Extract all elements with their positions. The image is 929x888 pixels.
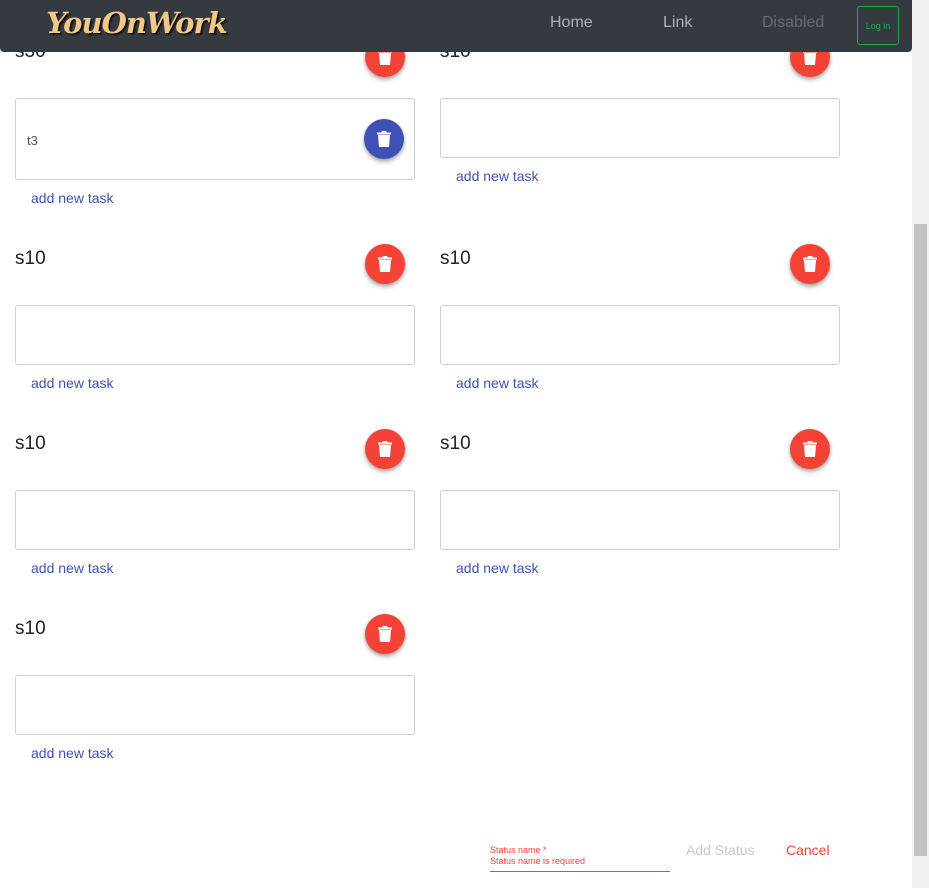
trash-icon xyxy=(803,255,817,272)
status-title: s10 xyxy=(440,433,471,454)
trash-icon xyxy=(378,255,392,272)
trash-icon xyxy=(803,440,817,457)
task-list-box xyxy=(15,675,415,735)
status-card: s10 add new task xyxy=(440,429,840,583)
status-card: s10 add new task xyxy=(15,614,415,768)
delete-status-button[interactable] xyxy=(365,244,405,284)
trash-icon xyxy=(378,440,392,457)
status-title: s10 xyxy=(15,248,46,269)
status-title: s10 xyxy=(440,248,471,269)
task-list-box xyxy=(440,305,840,365)
delete-status-button[interactable] xyxy=(365,614,405,654)
task-list-box xyxy=(15,490,415,550)
add-status-button[interactable]: Add Status xyxy=(686,842,755,858)
status-title: s10 xyxy=(15,618,46,639)
status-card: s10 add new task xyxy=(440,244,840,398)
nav-link-link[interactable]: Link xyxy=(663,14,692,32)
trash-icon xyxy=(378,625,392,642)
navbar: YouOnWork Home Link Disabled Log in xyxy=(0,0,912,52)
status-card: s10 add new task xyxy=(15,244,415,398)
task-list-box: t3 xyxy=(15,98,415,180)
status-card: s30 t3 add new task xyxy=(15,37,415,211)
status-card: s10 add new task xyxy=(440,37,840,191)
status-name-error: Status name is required xyxy=(490,856,586,866)
delete-status-button[interactable] xyxy=(790,244,830,284)
trash-icon xyxy=(377,130,391,147)
status-name-label: Status name * xyxy=(490,845,547,855)
nav-disabled-link: Disabled xyxy=(762,14,825,31)
task-list-box xyxy=(15,305,415,365)
status-name-field[interactable]: Status name * Status name is required xyxy=(490,843,670,872)
cancel-button[interactable]: Cancel xyxy=(786,842,830,858)
delete-status-button[interactable] xyxy=(790,429,830,469)
task-list-box xyxy=(440,98,840,158)
add-new-task-link[interactable]: add new task xyxy=(31,375,114,391)
status-title: s10 xyxy=(15,433,46,454)
add-new-task-link[interactable]: add new task xyxy=(31,190,114,206)
nav-home-link[interactable]: Home xyxy=(550,14,593,32)
brand-logo[interactable]: YouOnWork xyxy=(46,6,228,40)
add-new-task-link[interactable]: add new task xyxy=(456,168,539,184)
delete-status-button[interactable] xyxy=(365,429,405,469)
add-new-task-link[interactable]: add new task xyxy=(456,560,539,576)
add-new-task-link[interactable]: add new task xyxy=(456,375,539,391)
add-new-task-link[interactable]: add new task xyxy=(31,745,114,761)
status-card: s10 add new task xyxy=(15,429,415,583)
login-button[interactable]: Log in xyxy=(857,6,899,45)
task-item[interactable]: t3 xyxy=(27,133,38,148)
scrollbar-thumb[interactable] xyxy=(914,224,927,856)
delete-task-button[interactable] xyxy=(364,119,404,159)
add-new-task-link[interactable]: add new task xyxy=(31,560,114,576)
task-list-box xyxy=(440,490,840,550)
page: s30 t3 add new task s10 add new task s10… xyxy=(0,0,929,888)
